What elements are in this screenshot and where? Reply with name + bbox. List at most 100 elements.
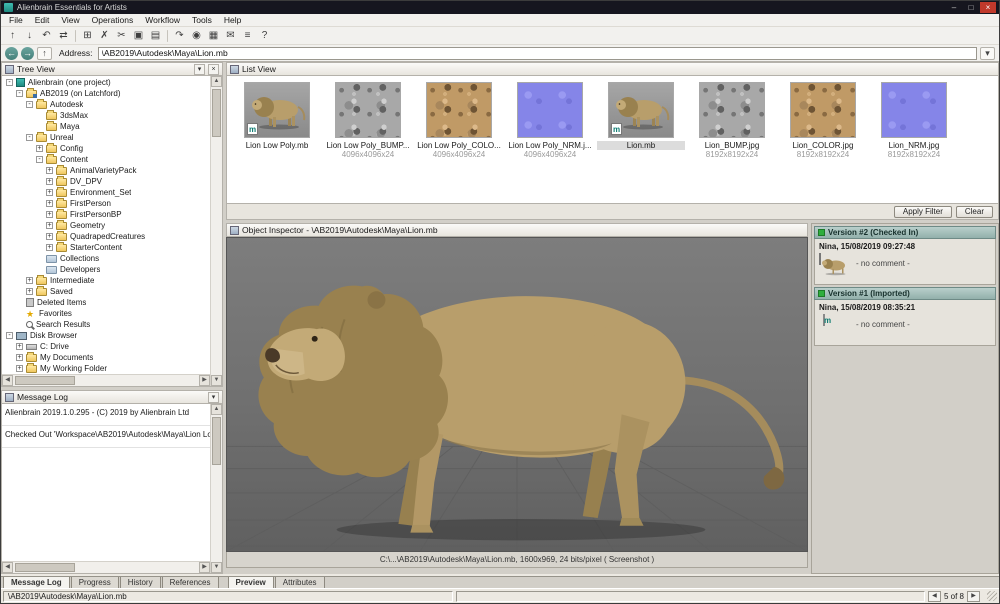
check-in-icon[interactable]: ↑: [4, 28, 21, 43]
asset-thumbnail[interactable]: m Lion Low Poly.mb: [233, 82, 321, 159]
scroll-right-icon[interactable]: ▶: [199, 375, 210, 386]
refresh-icon[interactable]: ↷: [171, 28, 188, 43]
expander-icon[interactable]: [46, 222, 53, 229]
apply-filter-button[interactable]: Apply Filter: [894, 206, 952, 218]
forward-icon[interactable]: →: [21, 47, 34, 60]
address-input[interactable]: [98, 47, 977, 60]
tree-item[interactable]: My Documents: [2, 352, 210, 363]
paste-icon[interactable]: ▤: [147, 28, 164, 43]
version-header[interactable]: Version #1 (Imported): [814, 287, 996, 300]
expander-icon[interactable]: [46, 233, 53, 240]
clear-filter-button[interactable]: Clear: [956, 206, 993, 218]
log-horizontal-scrollbar[interactable]: ◀ ▶: [2, 561, 210, 573]
tree-item[interactable]: 3dsMax: [2, 110, 210, 121]
expander-icon[interactable]: [26, 277, 33, 284]
next-item-icon[interactable]: ▶: [967, 591, 980, 602]
scroll-right-icon[interactable]: ▶: [199, 562, 210, 573]
expander-icon[interactable]: [46, 244, 53, 251]
expander-icon[interactable]: [26, 134, 33, 141]
close-button[interactable]: ×: [980, 2, 996, 13]
scroll-thumb[interactable]: [15, 376, 75, 385]
scroll-thumb[interactable]: [212, 417, 221, 465]
scroll-left-icon[interactable]: ◀: [2, 375, 13, 386]
asset-thumbnail[interactable]: m Lion.mb: [597, 82, 685, 159]
delete-icon[interactable]: ✗: [96, 28, 113, 43]
tree-item[interactable]: Unreal: [2, 132, 210, 143]
tree-vertical-scrollbar[interactable]: ▲ ▼: [210, 76, 222, 386]
tree-item[interactable]: Saved: [2, 286, 210, 297]
menu-view[interactable]: View: [55, 14, 85, 26]
version-card[interactable]: Version #2 (Checked In) Nina, 15/08/2019…: [814, 226, 996, 285]
tree-item[interactable]: Collections: [2, 253, 210, 264]
find-icon[interactable]: ◉: [188, 28, 205, 43]
mail-icon[interactable]: ✉: [222, 28, 239, 43]
expander-icon[interactable]: [46, 211, 53, 218]
expander-icon[interactable]: [46, 167, 53, 174]
maximize-button[interactable]: □: [963, 2, 979, 13]
previous-item-icon[interactable]: ◀: [928, 591, 941, 602]
help-icon[interactable]: ?: [256, 28, 273, 43]
tree-menu-icon[interactable]: ▾: [194, 64, 205, 75]
views-icon[interactable]: ▦: [205, 28, 222, 43]
cut-icon[interactable]: ✂: [113, 28, 130, 43]
scroll-thumb[interactable]: [15, 563, 75, 572]
asset-thumbnail[interactable]: m Lion Low Poly_BUMP... 4096x4096x24: [324, 82, 412, 159]
scroll-thumb[interactable]: [212, 89, 221, 137]
tree-item[interactable]: Alienbrain (one project): [2, 77, 210, 88]
tree-item[interactable]: Search Results: [2, 319, 210, 330]
tree-item[interactable]: Disk Browser: [2, 330, 210, 341]
asset-thumbnail[interactable]: m Lion_NRM.jpg 8192x8192x24: [870, 82, 958, 159]
expander-icon[interactable]: [46, 189, 53, 196]
expander-icon[interactable]: [16, 343, 23, 350]
menu-edit[interactable]: Edit: [29, 14, 56, 26]
expander-icon[interactable]: [16, 90, 23, 97]
copy-icon[interactable]: ▣: [130, 28, 147, 43]
expander-icon[interactable]: [36, 145, 43, 152]
minimize-button[interactable]: –: [946, 2, 962, 13]
tree-item[interactable]: Favorites: [2, 308, 210, 319]
tree-item[interactable]: QuadrapedCreatures: [2, 231, 210, 242]
address-dropdown-icon[interactable]: ▾: [980, 47, 995, 60]
undo-check-out-icon[interactable]: ↶: [38, 28, 55, 43]
tree-item[interactable]: Deleted Items: [2, 297, 210, 308]
options-icon[interactable]: ≡: [239, 28, 256, 43]
asset-thumbnail[interactable]: m Lion Low Poly_COLO... 4096x4096x24: [415, 82, 503, 159]
asset-thumbnail[interactable]: m Lion_COLOR.jpg 8192x8192x24: [779, 82, 867, 159]
scroll-left-icon[interactable]: ◀: [2, 562, 13, 573]
log-vertical-scrollbar[interactable]: ▲ ▼: [210, 404, 222, 573]
expander-icon[interactable]: [16, 365, 23, 372]
menu-file[interactable]: File: [3, 14, 29, 26]
tree-item[interactable]: StarterContent: [2, 242, 210, 253]
menu-operations[interactable]: Operations: [86, 14, 140, 26]
message-log-menu-icon[interactable]: ▾: [208, 392, 219, 403]
asset-thumbnail[interactable]: m Lion Low Poly_NRM.j... 4096x4096x24: [506, 82, 594, 159]
expander-icon[interactable]: [36, 156, 43, 163]
version-card[interactable]: Version #1 (Imported) Nina, 15/08/2019 0…: [814, 287, 996, 346]
tree-item[interactable]: Environment_Set: [2, 187, 210, 198]
expander-icon[interactable]: [6, 332, 13, 339]
expander-icon[interactable]: [26, 101, 33, 108]
version-header[interactable]: Version #2 (Checked In): [814, 226, 996, 239]
scroll-up-icon[interactable]: ▲: [211, 76, 222, 87]
tree-item[interactable]: AB2019 (on Latchford): [2, 88, 210, 99]
back-icon[interactable]: ←: [5, 47, 18, 60]
tree-item[interactable]: Content: [2, 154, 210, 165]
new-folder-icon[interactable]: ⊞: [79, 28, 96, 43]
tree-close-icon[interactable]: ×: [208, 64, 219, 75]
tree-item[interactable]: Developers: [2, 264, 210, 275]
expander-icon[interactable]: [6, 79, 13, 86]
menu-help[interactable]: Help: [218, 14, 247, 26]
expander-icon[interactable]: [26, 288, 33, 295]
menu-workflow[interactable]: Workflow: [139, 14, 186, 26]
tree-item[interactable]: FirstPerson: [2, 198, 210, 209]
expander-icon[interactable]: [16, 354, 23, 361]
expander-icon[interactable]: [46, 178, 53, 185]
expander-icon[interactable]: [46, 200, 53, 207]
tree-horizontal-scrollbar[interactable]: ◀ ▶: [2, 374, 210, 386]
scroll-up-icon[interactable]: ▲: [211, 404, 222, 415]
check-out-icon[interactable]: ↓: [21, 28, 38, 43]
tree-item[interactable]: Intermediate: [2, 275, 210, 286]
get-latest-icon[interactable]: ⇄: [55, 28, 72, 43]
tree-item[interactable]: Geometry: [2, 220, 210, 231]
separator-1[interactable]: [75, 30, 76, 42]
